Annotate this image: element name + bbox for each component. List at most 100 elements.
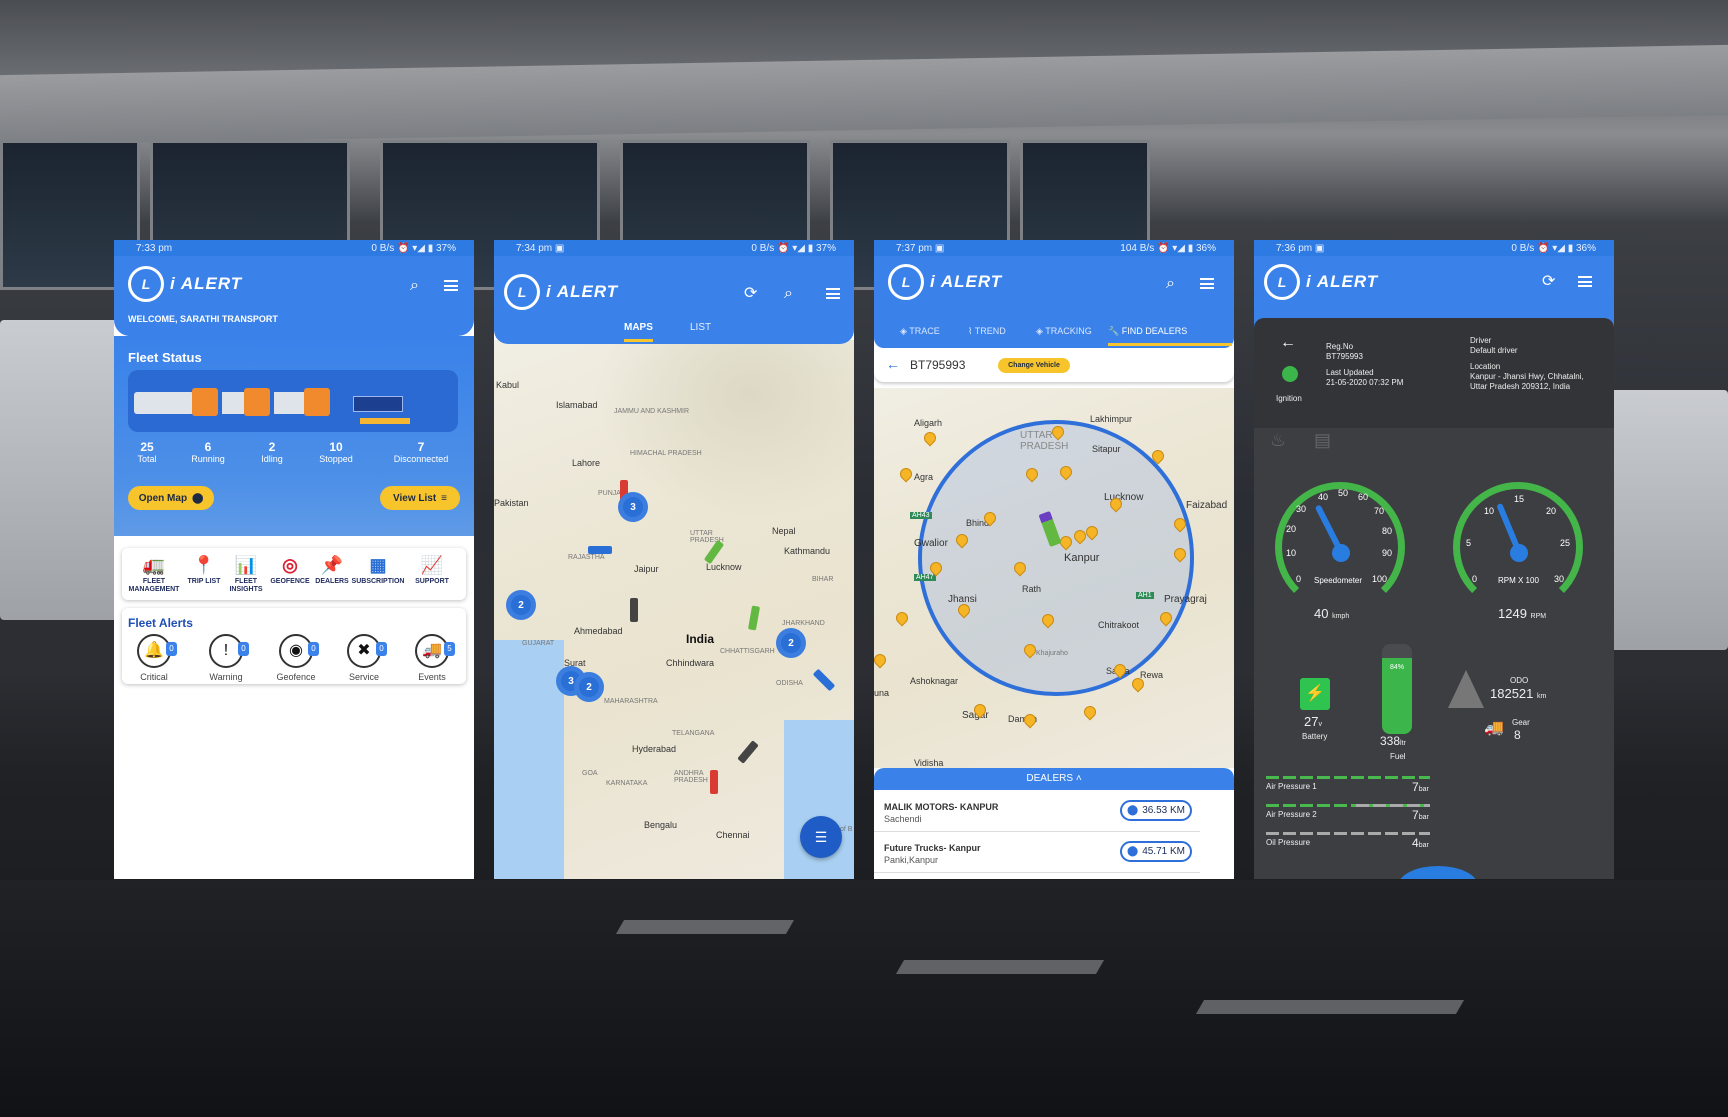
- map-label: Sitapur: [1092, 444, 1121, 454]
- map-label: UTTAR PRADESH: [690, 530, 724, 544]
- odo-readout: 182521 km: [1490, 686, 1546, 701]
- dealer-row[interactable]: Future Trucks- Kanpur Panki,Kanpur ⬤ 45.71 …: [874, 833, 1200, 873]
- fleet-management-button[interactable]: 🚛 FLEET MANAGEMENT: [126, 554, 182, 594]
- map-view[interactable]: Kabul Islamabad JAMMU AND KASHMIR HIMACH…: [494, 340, 854, 879]
- open-map-button[interactable]: Open Map ⬤: [128, 486, 214, 510]
- status-indicators: 104 B/s ⏰ ▾◢ ▮ 36%: [1120, 242, 1216, 254]
- pressure-readout: 7bar: [1412, 808, 1429, 822]
- vehicle-marker[interactable]: [737, 740, 759, 764]
- reg-value: BT795993: [1326, 352, 1363, 361]
- sea-area: [494, 640, 564, 879]
- action-fab[interactable]: [1398, 866, 1478, 879]
- vehicle-marker[interactable]: [588, 546, 612, 554]
- vehicle-cluster[interactable]: 2: [506, 590, 536, 620]
- vehicle-cluster[interactable]: 2: [776, 628, 806, 658]
- map-label: Faizabad: [1186, 500, 1228, 511]
- logo-text: i ALERT: [930, 272, 1003, 291]
- status-bar: 7:34 pm ▣ 0 B/s ⏰ ▾◢ ▮ 37%: [494, 240, 854, 256]
- ignition-label: Ignition: [1276, 394, 1302, 403]
- subscription-button[interactable]: ▦ SUBSCRIPTION: [350, 554, 406, 586]
- alert-count: 0: [238, 642, 249, 656]
- refresh-icon[interactable]: ⟳: [744, 286, 757, 302]
- back-arrow-icon[interactable]: ←: [886, 356, 900, 372]
- tab-maps[interactable]: MAPS: [624, 322, 653, 342]
- status-time: 7:37 pm ▣: [896, 242, 945, 254]
- pressure-bar: [1266, 832, 1430, 835]
- rpm-tick: 10: [1484, 506, 1495, 516]
- dealer-pin[interactable]: [893, 609, 911, 627]
- alert-critical[interactable]: 🔔 0 Critical: [126, 634, 182, 682]
- open-map-label: Open Map: [138, 492, 188, 504]
- speed-tick: 20: [1286, 524, 1297, 534]
- menu-icon[interactable]: [1200, 278, 1214, 289]
- rpm-gauge: 0 5 10 15 20 25 30 RPM X 100: [1448, 482, 1588, 612]
- critical-glyph: 🔔: [144, 642, 164, 659]
- menu-icon[interactable]: [826, 288, 840, 299]
- location-label: Location: [1470, 362, 1501, 371]
- view-list-button[interactable]: View List ≡: [380, 486, 460, 510]
- map-label: Kathmandu: [784, 546, 831, 556]
- search-icon[interactable]: ⌕: [1166, 276, 1175, 292]
- vehicle-marker[interactable]: [710, 770, 718, 794]
- list-icon: ≡: [441, 492, 447, 504]
- tab-trend[interactable]: ⌇ TREND: [968, 326, 1006, 337]
- pressure-row: Air Pressure 2 7bar: [1266, 804, 1436, 828]
- alert-service[interactable]: ✖ 0 Service: [336, 634, 392, 682]
- coolant-icon: ▤: [1314, 430, 1332, 450]
- dealer-row[interactable]: MALIK MOTORS- KANPUR Sachendi ⬤ 36.53 KM: [874, 792, 1200, 832]
- map-view[interactable]: Aligarh Agra UTTAR PRADESH Lakhimpur Sit…: [874, 388, 1234, 768]
- odo-value: 182521: [1490, 686, 1534, 701]
- alert-events[interactable]: 🚚 5 Events: [404, 634, 460, 682]
- stat-idling: 2 Idling: [252, 440, 292, 464]
- menu-icon[interactable]: [444, 280, 458, 291]
- rpm-tick: 20: [1546, 506, 1557, 516]
- trucks-illustration: [128, 370, 458, 432]
- rpm-label: RPM X 100: [1498, 576, 1539, 585]
- vehicle-cluster[interactable]: 2: [574, 672, 604, 702]
- dealer-pin[interactable]: [1081, 703, 1099, 721]
- speedometer-label: Speedometer: [1314, 576, 1363, 585]
- speed-unit: kmph: [1332, 613, 1350, 620]
- dealers-toggle[interactable]: DEALERS ˄: [874, 768, 1234, 790]
- map-label: JHARKHAND: [782, 620, 825, 627]
- dealers-panel: DEALERS ˄ MALIK MOTORS- KANPUR Sachendi ⬤ 3…: [874, 768, 1234, 879]
- alert-warning[interactable]: ! 0 Warning: [198, 634, 254, 682]
- pin-icon: ⬤: [1126, 805, 1139, 816]
- quick-label: SUBSCRIPTION: [351, 578, 405, 585]
- map-label: HIMACHAL PRADESH: [630, 450, 702, 457]
- alert-geofence[interactable]: ◉ 0 Geofence: [268, 634, 324, 682]
- speedometer-gauge: 0 10 20 30 40 50 60 70 80 90 100 Speedom…: [1270, 482, 1410, 612]
- change-vehicle-button[interactable]: Change Vehicle: [998, 358, 1070, 373]
- vehicle-cluster[interactable]: 3: [618, 492, 648, 522]
- menu-icon[interactable]: [1578, 276, 1592, 287]
- rpm-tick: 15: [1514, 494, 1525, 504]
- tab-trace[interactable]: ◈ TRACE: [900, 326, 940, 337]
- dealer-name: MALIK MOTORS- KANPUR: [884, 802, 999, 812]
- vehicle-marker[interactable]: [812, 668, 836, 692]
- stat-label: Disconnected: [393, 454, 449, 464]
- map-label: Aligarh: [914, 418, 943, 428]
- tab-list[interactable]: LIST: [690, 322, 711, 333]
- filter-button[interactable]: ☰: [800, 816, 842, 858]
- map-label: Lahore: [572, 458, 601, 468]
- search-icon[interactable]: ⌕: [784, 286, 793, 302]
- dealer-pin[interactable]: [921, 429, 939, 447]
- tracking-icon: ◈: [1036, 326, 1046, 336]
- search-icon[interactable]: ⌕: [410, 278, 419, 294]
- tab-tracking[interactable]: ◈ TRACKING: [1036, 326, 1092, 337]
- map-label: AH43: [910, 512, 932, 519]
- app-logo: Li ALERT: [504, 274, 618, 310]
- rpm-tick: 5: [1466, 538, 1472, 548]
- refresh-icon[interactable]: ⟳: [1542, 274, 1555, 290]
- alert-label: Events: [418, 672, 446, 682]
- dealer-pin[interactable]: [874, 651, 889, 669]
- vehicle-marker[interactable]: [747, 605, 761, 631]
- vehicle-marker[interactable]: [630, 598, 638, 622]
- map-label: ANDHRA PRADESH: [674, 770, 708, 784]
- support-button[interactable]: 📈 SUPPORT: [404, 554, 460, 586]
- back-arrow-icon[interactable]: ←: [1280, 334, 1296, 352]
- dealer-pin[interactable]: [897, 465, 915, 483]
- speed-tick: 60: [1358, 492, 1369, 502]
- logo-text: i ALERT: [170, 274, 243, 293]
- tab-find-dealers[interactable]: 🔧 FIND DEALERS: [1108, 326, 1232, 346]
